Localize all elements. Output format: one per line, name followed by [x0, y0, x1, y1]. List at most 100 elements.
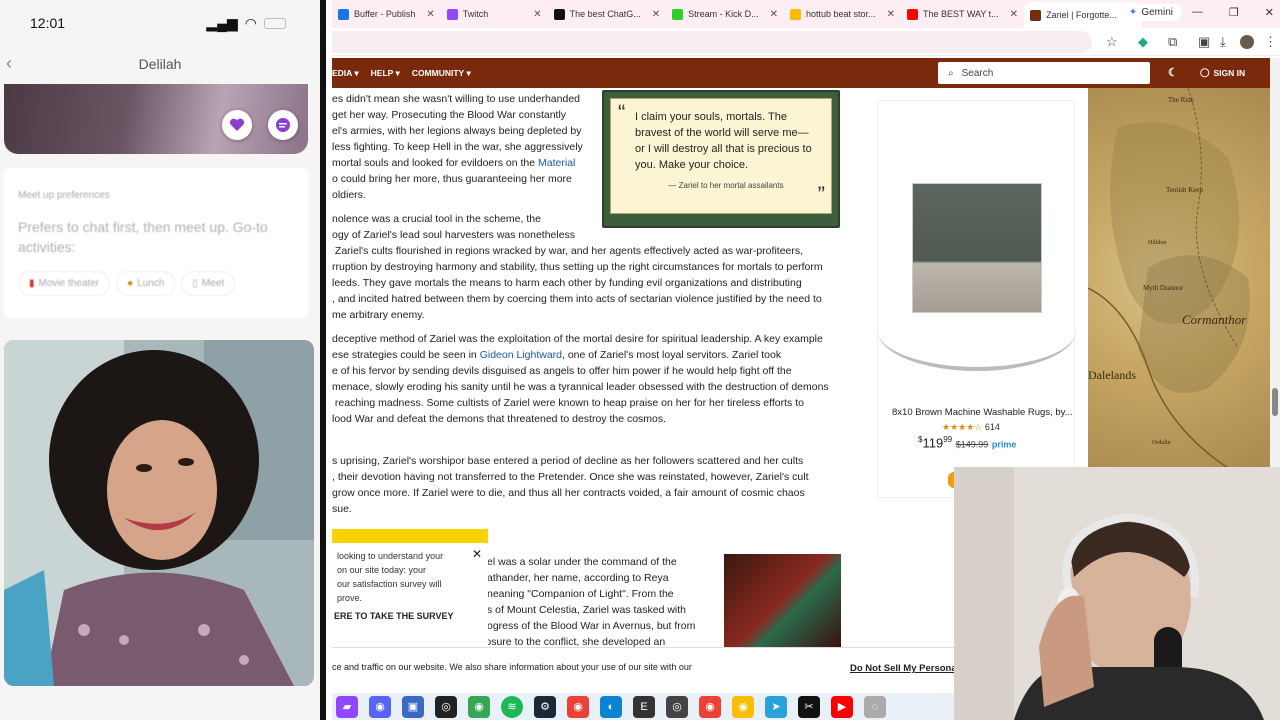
ad-price: $11999 $149.99 prime: [918, 435, 1017, 451]
url-field[interactable]: [332, 31, 1092, 53]
profile-name: Delilah: [138, 56, 182, 72]
do-not-sell-link[interactable]: Do Not Sell My Personal: [850, 663, 959, 674]
capcut-icon[interactable]: ✂: [798, 695, 820, 718]
tab-kick[interactable]: Stream - Kick D... ✕: [666, 0, 784, 28]
back-icon[interactable]: ‹: [6, 53, 12, 74]
article-line: ogress of the Blood War in Avernus, but …: [487, 620, 696, 632]
battery-icon: [264, 17, 286, 29]
dark-mode-icon[interactable]: ☾: [1168, 66, 1178, 79]
zariel-artwork[interactable]: [724, 554, 841, 648]
nav-media[interactable]: EDIA ▾: [332, 68, 359, 79]
screenshot-icon[interactable]: ▣: [1198, 34, 1210, 50]
close-icon[interactable]: ✕: [770, 9, 778, 20]
restore-icon[interactable]: ❐: [1229, 6, 1239, 19]
kick-icon: [672, 8, 684, 20]
survey-popup[interactable]: looking to understand your on our site to…: [332, 529, 488, 647]
close-quote-icon: ”: [817, 182, 825, 207]
chip-lunch: ● Lunch: [116, 271, 176, 296]
message-button[interactable]: [268, 110, 298, 140]
article-line: s of Mount Celestia, Zariel was tasked w…: [487, 604, 686, 616]
twitch-icon: [446, 8, 458, 20]
product-ad[interactable]: 8x10 Brown Machine Washable Rugs, by... …: [877, 100, 1076, 498]
edge-icon[interactable]: ◐: [600, 695, 622, 718]
close-icon[interactable]: ✕: [472, 547, 482, 561]
material-link[interactable]: Material: [538, 157, 575, 169]
close-icon[interactable]: ✕: [1010, 9, 1018, 20]
steam-icon[interactable]: ⚙: [534, 695, 556, 718]
ad-title[interactable]: 8x10 Brown Machine Washable Rugs, by...: [892, 407, 1073, 418]
article-line: el was a solar under the command of the: [487, 556, 677, 568]
article-line: Zariel's cults flourished in regions wra…: [332, 245, 804, 257]
discord-icon[interactable]: ◉: [369, 695, 391, 718]
puzzle-icon[interactable]: ⧉: [1168, 34, 1177, 50]
close-icon[interactable]: ✕: [533, 9, 541, 20]
twitch-icon[interactable]: ▰: [336, 695, 358, 718]
close-icon[interactable]: ✕: [887, 9, 895, 20]
minimize-icon[interactable]: —: [1192, 6, 1203, 19]
article-line: rruption by destroying harmony and stabi…: [332, 261, 823, 273]
article-line: sue.: [332, 503, 352, 515]
gemini-button[interactable]: ✦ Gemini: [1119, 4, 1182, 21]
obs-icon[interactable]: ◎: [435, 695, 457, 718]
extension-icon[interactable]: ◆: [1138, 34, 1148, 50]
tab-chatgpt[interactable]: The best ChatG... ✕: [548, 0, 666, 28]
obs2-icon[interactable]: ◎: [666, 695, 688, 718]
article-line: el's armies, with her legions always bei…: [332, 125, 582, 137]
misc-icon[interactable]: ◌: [864, 695, 886, 718]
article-line: s uprising, Zariel's worshipor base ente…: [332, 455, 804, 467]
telegram-icon[interactable]: ➤: [765, 695, 787, 718]
profile-avatar[interactable]: [1240, 35, 1254, 49]
burger-icon: ●: [127, 278, 134, 289]
prime-badge: prime: [991, 439, 1017, 450]
article-line: mortal souls and looked for evildoers on…: [332, 157, 576, 169]
article-line: , and incited hatred between them by coe…: [332, 293, 822, 305]
tab-strip: Buffer - Publish ✕ Twitch ✕ The best ChatG…: [332, 0, 1280, 28]
phone-status-bar: 12:01 ▂▄▆ ◠: [0, 0, 320, 46]
quote-attribution: — Zariel to her mortal assailants: [668, 181, 784, 190]
article-line: nolence was a crucial tool in the scheme…: [332, 213, 541, 225]
app-icon[interactable]: ▣: [402, 695, 424, 718]
phone-time: 12:01: [30, 15, 66, 31]
article-line: less fighting. To keep Hell in the war, …: [332, 141, 583, 153]
youtube-icon[interactable]: ▶: [831, 695, 853, 718]
download-icon[interactable]: ⤓: [1220, 34, 1226, 50]
like-heart-button[interactable]: [222, 110, 252, 140]
tab-buffer[interactable]: Buffer - Publish ✕: [332, 0, 441, 28]
gideon-link[interactable]: Gideon Lightward: [480, 349, 562, 361]
chrome-icon[interactable]: ◉: [732, 695, 754, 718]
article-line: get her way. Prosecuting the Blood War c…: [332, 109, 567, 121]
article-line: es didn't mean she wasn't willing to use…: [332, 93, 581, 105]
spotify-icon[interactable]: ≋: [501, 695, 523, 718]
sign-in-button[interactable]: ◯ SIGN IN: [1200, 67, 1245, 78]
nav-community[interactable]: COMMUNITY ▾: [412, 68, 471, 79]
meetup-label: Meet up preferences: [18, 190, 110, 201]
profile-photo-top: [4, 84, 308, 154]
close-icon[interactable]: ✕: [652, 9, 660, 20]
article-line: lood War and defeat the demons that thre…: [332, 413, 667, 425]
site-search-input[interactable]: ⌕ Search: [938, 62, 1150, 84]
chrome-icon[interactable]: ◉: [567, 695, 589, 718]
tab-hottub[interactable]: hottub beat stor... ✕: [784, 0, 901, 28]
bookmark-star-icon[interactable]: ☆: [1106, 34, 1118, 50]
survey-cta[interactable]: ERE TO TAKE THE SURVEY: [332, 611, 488, 621]
taskbar: ▰ ◉ ▣ ◎ ◉ ≋ ⚙ ◉ ◐ E ◎ ◉ ◉ ➤ ✂ ▶ ◌: [332, 693, 954, 720]
buffer-icon: [338, 8, 349, 20]
rug-product-image[interactable]: [912, 183, 1042, 313]
tab-twitch[interactable]: Twitch ✕: [441, 0, 548, 28]
epic-icon[interactable]: E: [633, 695, 655, 718]
quote-text: I claim your souls, mortals. The bravest…: [635, 111, 812, 171]
menu-icon[interactable]: ⋮: [1264, 34, 1277, 50]
article-line: menace, slowly eroding his sanity until …: [332, 381, 829, 393]
close-icon[interactable]: ✕: [426, 9, 434, 20]
rating-stars: ★★★★☆ 614: [942, 422, 1000, 432]
nav-help[interactable]: HELP ▾: [371, 68, 400, 79]
chrome-icon[interactable]: ◉: [699, 695, 721, 718]
wifi-icon: ◠: [244, 14, 257, 31]
profile-photo-main: [4, 340, 314, 686]
article-line: leeds. They gave mortals the means to ha…: [332, 277, 802, 289]
chrome-icon[interactable]: ◉: [468, 695, 490, 718]
window-controls: — ❐ ✕: [1192, 6, 1274, 19]
fandom-icon: [1030, 9, 1042, 21]
tab-youtube[interactable]: The BEST WAY t... ✕: [901, 0, 1024, 28]
close-window-icon[interactable]: ✕: [1265, 6, 1274, 19]
